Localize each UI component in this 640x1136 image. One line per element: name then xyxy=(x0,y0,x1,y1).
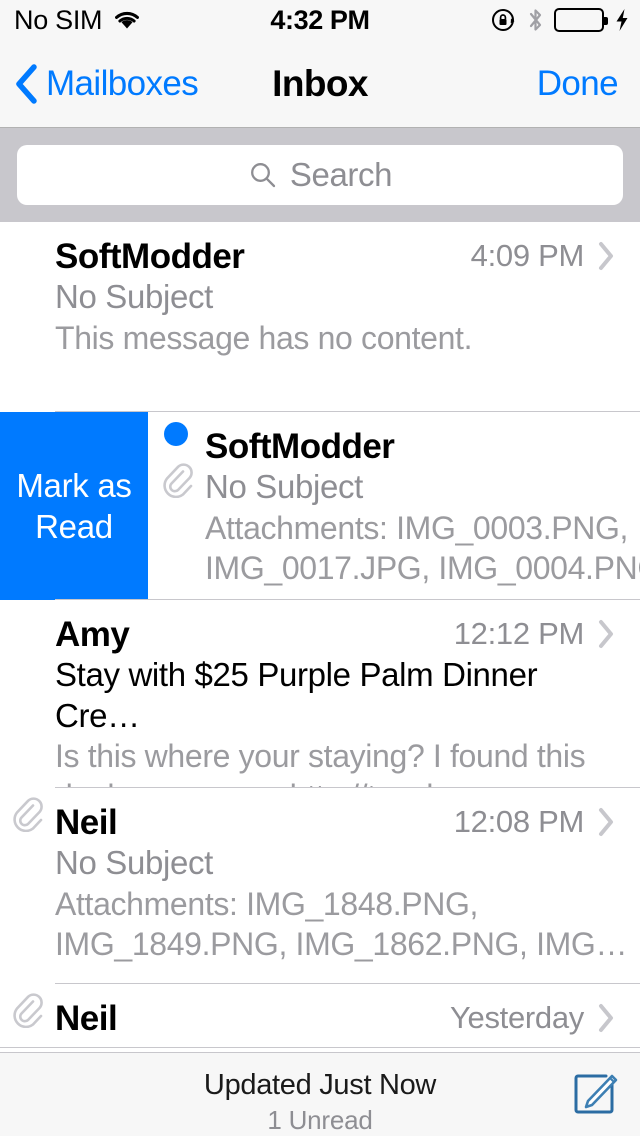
chevron-right-icon[interactable] xyxy=(596,618,616,650)
done-button[interactable]: Done xyxy=(537,64,619,104)
search-icon xyxy=(248,160,278,190)
message-row-content[interactable]: SoftModder 4: No Subject Attachments: IM… xyxy=(150,412,640,600)
message-time: 12:12 PM xyxy=(453,616,585,651)
message-row-gutter xyxy=(0,984,55,1048)
search-input[interactable]: Search xyxy=(17,145,623,205)
lightning-bolt-icon xyxy=(614,7,630,33)
paperclip-icon xyxy=(11,992,43,1028)
search-bar-container: Search xyxy=(0,128,640,222)
battery-icon xyxy=(554,8,608,32)
status-bar-right xyxy=(491,7,630,33)
message-preview: Is this where your staying? I found this… xyxy=(55,737,599,788)
message-meta: 4:09 PM xyxy=(471,238,616,274)
message-subject: Stay with $25 Purple Palm Dinner Cre… xyxy=(55,656,538,734)
message-list[interactable]: SoftModder 4:09 PM No Subject This messa… xyxy=(0,222,640,1052)
compose-icon xyxy=(572,1071,618,1117)
bottom-toolbar: Updated Just Now 1 Unread xyxy=(0,1052,640,1136)
search-placeholder: Search xyxy=(289,156,393,193)
message-row-gutter xyxy=(150,412,205,600)
message-preview: Attachments: IMG_0003.PNG, IMG_0017.JPG,… xyxy=(205,509,640,586)
chevron-right-icon[interactable] xyxy=(596,1002,616,1034)
status-bar: No SIM 4:32 PM xyxy=(0,0,640,40)
rotation-lock-icon xyxy=(491,7,517,33)
message-row[interactable]: Amy 12:12 PM Stay with $25 Purple Palm D… xyxy=(0,600,640,788)
paperclip-icon xyxy=(11,796,43,832)
message-meta: Yesterday xyxy=(450,1000,616,1036)
message-subject: No Subject xyxy=(55,278,213,316)
updated-label: Updated Just Now xyxy=(203,1069,437,1101)
message-time: Yesterday xyxy=(449,1000,584,1035)
message-row[interactable]: SoftModder 4:09 PM No Subject This messa… xyxy=(0,222,640,412)
message-meta: 12:12 PM xyxy=(454,616,616,652)
message-sender: Amy xyxy=(55,615,130,654)
chevron-right-icon[interactable] xyxy=(596,240,616,272)
message-row-gutter xyxy=(0,788,55,978)
row-separator xyxy=(0,1047,640,1048)
message-row-swiped[interactable]: Mark as Read SoftModder 4: xyxy=(0,412,640,600)
chevron-right-icon[interactable] xyxy=(596,806,616,838)
message-sender: SoftModder xyxy=(55,237,245,276)
message-preview: Attachments: IMG_1848.PNG, IMG_1849.PNG,… xyxy=(55,885,628,962)
message-preview: This message has no content. xyxy=(55,319,473,356)
message-subject: No Subject xyxy=(55,844,213,882)
compose-button[interactable] xyxy=(572,1071,618,1117)
message-row[interactable]: Neil 12:08 PM No Subject Attachments: IM… xyxy=(0,788,640,984)
paperclip-icon xyxy=(161,462,193,498)
sync-status: Updated Just Now 1 Unread xyxy=(0,1069,640,1136)
message-subject: No Subject xyxy=(205,468,363,506)
unread-count-label: 1 Unread xyxy=(267,1105,373,1135)
message-sender: Neil xyxy=(55,999,118,1038)
message-time: 4:09 PM xyxy=(470,238,585,273)
bluetooth-icon xyxy=(527,7,544,33)
mark-as-read-button[interactable]: Mark as Read xyxy=(0,412,148,600)
message-sender: SoftModder xyxy=(205,427,395,466)
navigation-bar: Mailboxes Inbox Done xyxy=(0,40,640,128)
message-row[interactable]: Neil Yesterday xyxy=(0,984,640,1048)
unread-dot-icon xyxy=(164,422,188,446)
message-sender: Neil xyxy=(55,803,118,842)
mail-inbox-screen: No SIM 4:32 PM Mailboxes Inbox Done Sear… xyxy=(0,0,640,1136)
message-meta: 12:08 PM xyxy=(454,804,616,840)
message-time: 12:08 PM xyxy=(453,804,585,839)
